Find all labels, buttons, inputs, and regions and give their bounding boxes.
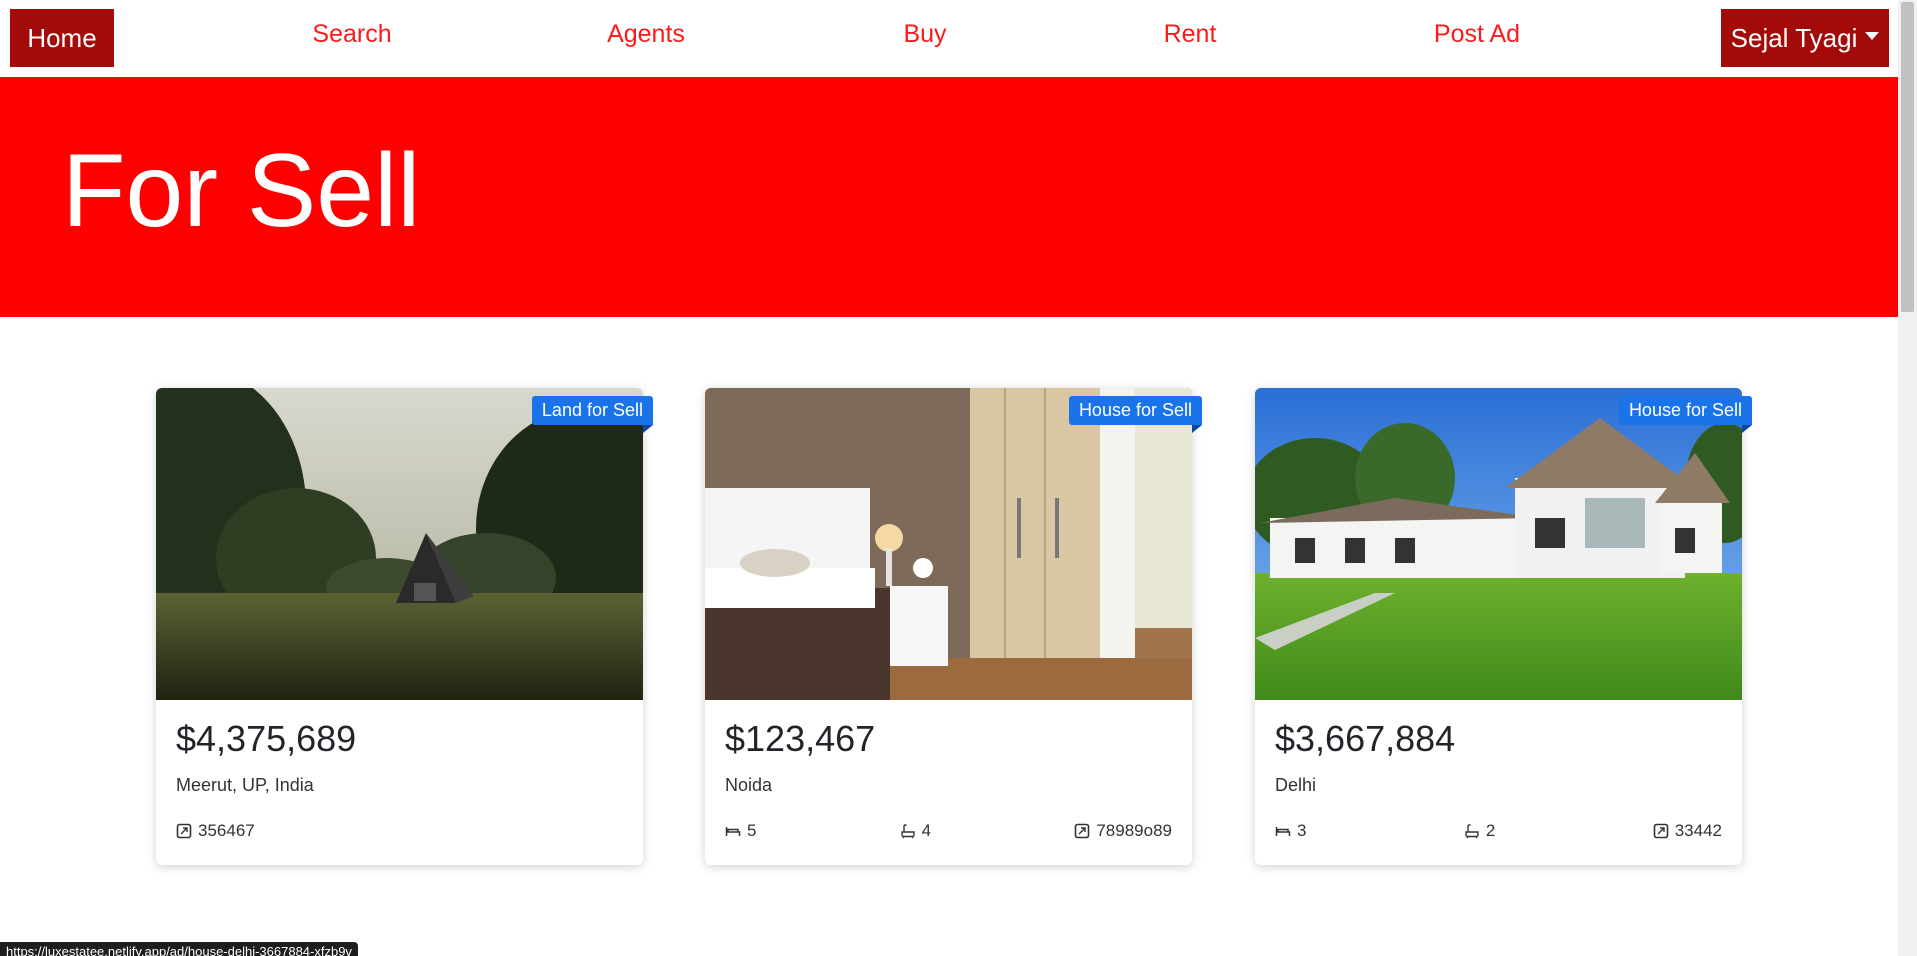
listing-location: Delhi	[1275, 775, 1317, 795]
listing-card[interactable]: Land for Sell $4,375,689 Meerut, UP, Ind…	[156, 388, 654, 865]
listing-price: $4,375,689	[176, 718, 357, 759]
area-icon	[176, 823, 192, 839]
area-feature: 356467	[176, 821, 255, 841]
nav-link-post-ad[interactable]: Post Ad	[1434, 20, 1520, 49]
a-frame-cabin-in-forest-image	[156, 388, 643, 700]
listing-type-badge: House for Sell	[1068, 396, 1203, 433]
area-value: 33442	[1674, 821, 1722, 840]
area-icon	[1075, 823, 1090, 839]
area-feature: 33442	[1653, 821, 1722, 841]
user-menu-button[interactable]: Sejal Tyagi	[1721, 9, 1889, 67]
listing-card[interactable]: House for Sell $123,467 Noida 5 4 78989o…	[705, 388, 1203, 865]
hero-banner: For Sell	[0, 77, 1898, 317]
bathrooms-feature: 2	[1464, 821, 1495, 841]
area-feature: 78989o89	[1074, 821, 1172, 841]
listing-features: 356467	[176, 820, 623, 842]
bath-icon	[1465, 824, 1479, 839]
area-value: 356467	[198, 821, 255, 840]
bathrooms-value: 4	[921, 821, 932, 840]
bedrooms-value: 3	[1297, 821, 1307, 840]
nav-link-rent[interactable]: Rent	[1164, 20, 1217, 49]
listing-location: Noida	[725, 775, 773, 795]
listing-card[interactable]: House for Sell $3,667,884 Delhi 3 2 3344…	[1255, 388, 1753, 865]
bedrooms-value: 5	[747, 821, 757, 840]
listing-location: Meerut, UP, India	[176, 775, 314, 795]
bathrooms-value: 2	[1485, 821, 1496, 840]
vertical-scrollbar[interactable]	[1898, 0, 1917, 956]
bath-icon	[900, 824, 915, 839]
listing-image[interactable]	[705, 388, 1192, 700]
navbar: Home Search Agents Buy Rent Post Ad Seja…	[0, 0, 1898, 77]
link-status-bar: https://luxestatee.netlify.app/ad/house-…	[0, 942, 358, 956]
bedrooms-feature: 3	[1275, 821, 1306, 841]
listing-type-badge: Land for Sell	[531, 396, 654, 433]
listing-type-badge: House for Sell	[1618, 396, 1753, 433]
listing-price: $3,667,884	[1275, 718, 1456, 759]
nav-link-search[interactable]: Search	[312, 20, 391, 49]
bed-icon	[1275, 827, 1291, 836]
listing-image[interactable]	[156, 388, 643, 700]
caret-down-icon	[1865, 32, 1880, 40]
listing-features: 5 4 78989o89	[725, 820, 1172, 842]
scrollbar-thumb[interactable]	[1901, 2, 1914, 312]
listing-image[interactable]	[1255, 388, 1742, 700]
bed-icon	[725, 827, 741, 836]
bedroom-interior-image	[705, 388, 1192, 700]
bedrooms-feature: 5	[725, 821, 756, 841]
listing-features: 3 2 33442	[1275, 820, 1722, 842]
user-name: Sejal Tyagi	[1730, 22, 1858, 53]
nav-link-buy[interactable]: Buy	[903, 20, 946, 49]
area-icon	[1653, 823, 1669, 839]
listing-price: $123,467	[725, 718, 876, 759]
page-title: For Sell	[62, 133, 421, 249]
nav-home-button[interactable]: Home	[10, 9, 114, 67]
bathrooms-feature: 4	[900, 821, 931, 841]
nav-link-agents[interactable]: Agents	[607, 20, 685, 49]
area-value: 78989o89	[1096, 821, 1172, 840]
white-house-with-lawn-image	[1255, 388, 1742, 700]
